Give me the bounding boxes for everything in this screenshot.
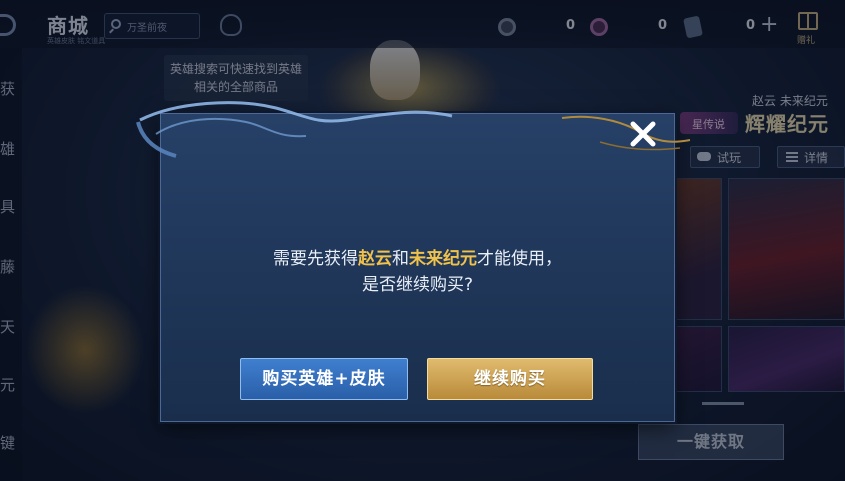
dialog-message-suffix: 才能使用， <box>477 249 562 269</box>
dialog-question: 是否继续购买? <box>361 275 474 295</box>
dialog-message-prefix: 需要先获得 <box>273 249 358 269</box>
dialog-message-joiner: 和 <box>392 249 409 269</box>
required-skin-name: 未来纪元 <box>409 249 477 269</box>
required-hero-name: 赵云 <box>358 249 392 269</box>
buy-hero-and-skin-button[interactable]: 购买英雄+皮肤 <box>240 358 408 400</box>
dialog-message: 需要先获得赵云和未来纪元才能使用， <box>160 244 675 269</box>
dialog-ornament-swirl <box>136 101 453 158</box>
close-icon[interactable] <box>626 117 660 151</box>
continue-purchase-button[interactable]: 继续购买 <box>427 358 593 400</box>
